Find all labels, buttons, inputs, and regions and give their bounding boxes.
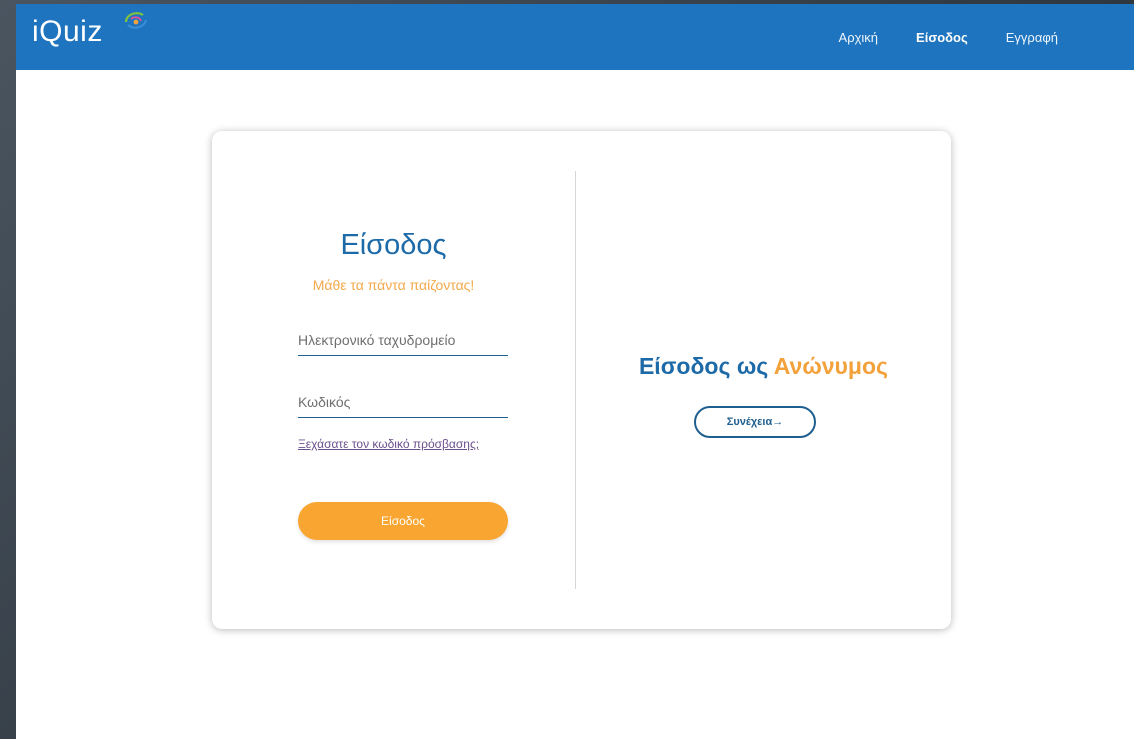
login-button[interactable]: Είσοδος bbox=[298, 502, 508, 540]
nav-home-link[interactable]: Αρχική bbox=[839, 30, 879, 45]
email-field[interactable] bbox=[298, 327, 508, 356]
logo-swirl-icon bbox=[124, 12, 147, 29]
anonymous-title-accent: Ανώνυμος bbox=[773, 353, 889, 379]
password-field[interactable] bbox=[298, 389, 508, 418]
login-title: Είσοδος bbox=[340, 229, 447, 261]
navbar: iQuiz Αρχική Είσοδος Εγγραφή bbox=[16, 4, 1134, 70]
brand-name: iQuiz bbox=[32, 15, 103, 48]
nav-links: Αρχική Είσοδος Εγγραφή bbox=[839, 30, 1058, 45]
forgot-password-link[interactable]: Ξεχάσατε τον κωδικό πρόσβασης; bbox=[298, 437, 479, 451]
nav-register-link[interactable]: Εγγραφή bbox=[1006, 30, 1058, 45]
page: iQuiz Αρχική Είσοδος Εγγραφή Είσοδος Μάθ… bbox=[16, 4, 1134, 739]
anonymous-title-prefix: Είσοδος ως bbox=[638, 353, 774, 379]
login-subtitle: Μάθε τα πάντα παίζοντας! bbox=[312, 277, 475, 293]
login-card: Είσοδος Μάθε τα πάντα παίζοντας! Ξεχάσατ… bbox=[212, 131, 951, 629]
divider bbox=[575, 171, 576, 589]
anonymous-login-title: Είσοδος ως Ανώνυμος bbox=[576, 353, 951, 380]
nav-login-link[interactable]: Είσοδος bbox=[916, 30, 968, 45]
brand-logo[interactable]: iQuiz bbox=[32, 15, 103, 49]
continue-button[interactable]: Συνέχεια→ bbox=[694, 406, 816, 438]
